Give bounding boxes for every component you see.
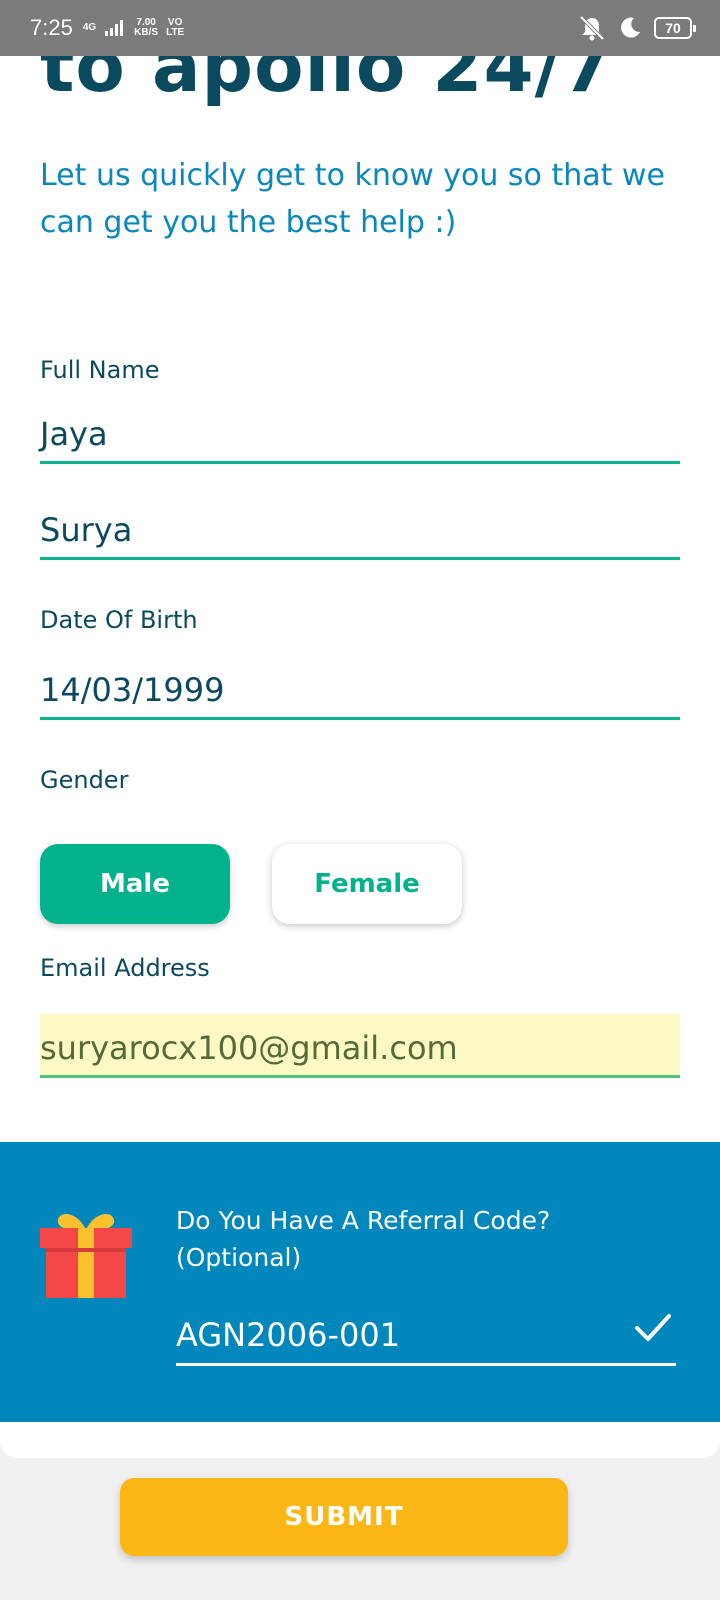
status-network-group: 4G 7.00 KB/S VO LTE bbox=[83, 18, 184, 38]
email-value: suryarocx100@gmail.com bbox=[40, 1028, 458, 1067]
network-type: 4G bbox=[82, 22, 97, 33]
mute-bell-icon bbox=[579, 15, 605, 41]
last-name-value: Surya bbox=[40, 510, 133, 549]
email-label: Email Address bbox=[40, 954, 210, 982]
referral-title-line1: Do You Have A Referral Code? bbox=[176, 1206, 551, 1235]
referral-code-value: AGN2006-001 bbox=[176, 1315, 401, 1354]
battery-indicator: 70 bbox=[654, 17, 696, 39]
gender-female-button[interactable]: Female bbox=[272, 844, 462, 924]
email-input[interactable]: suryarocx100@gmail.com bbox=[40, 1014, 680, 1078]
net-speed-unit: KB/S bbox=[134, 27, 159, 38]
dob-value: 14/03/1999 bbox=[40, 670, 225, 709]
registration-card: 7:25 4G 7.00 KB/S VO LTE 70 to apollo 24… bbox=[0, 0, 720, 1458]
volte-indicator: VO LTE bbox=[166, 18, 184, 38]
check-icon bbox=[635, 1314, 671, 1341]
submit-button[interactable]: SUBMIT bbox=[120, 1478, 568, 1556]
gift-icon bbox=[40, 1214, 132, 1298]
status-bar: 7:25 4G 7.00 KB/S VO LTE 70 bbox=[0, 0, 720, 56]
first-name-input[interactable]: Jaya bbox=[40, 400, 680, 464]
referral-title: Do You Have A Referral Code? (Optional) bbox=[176, 1202, 676, 1276]
first-name-value: Jaya bbox=[40, 414, 108, 453]
volte-bottom: LTE bbox=[166, 27, 185, 38]
dob-label: Date Of Birth bbox=[40, 606, 198, 634]
referral-code-input[interactable]: AGN2006-001 bbox=[176, 1300, 676, 1366]
gender-male-button[interactable]: Male bbox=[40, 844, 230, 924]
net-speed: 7.00 KB/S bbox=[134, 18, 158, 38]
gender-label: Gender bbox=[40, 766, 129, 794]
page-subtitle: Let us quickly get to know you so that w… bbox=[40, 158, 665, 240]
signal-icon bbox=[105, 20, 124, 36]
referral-section: Do You Have A Referral Code? (Optional) … bbox=[0, 1142, 720, 1422]
referral-title-line2: (Optional) bbox=[176, 1243, 302, 1272]
dob-input[interactable]: 14/03/1999 bbox=[40, 656, 680, 720]
full-name-label: Full Name bbox=[40, 356, 160, 384]
last-name-input[interactable]: Surya bbox=[40, 496, 680, 560]
status-right-group: 70 bbox=[578, 15, 696, 41]
status-time: 7:25 bbox=[30, 15, 73, 40]
battery-level: 70 bbox=[665, 20, 681, 36]
moon-icon bbox=[621, 17, 640, 38]
